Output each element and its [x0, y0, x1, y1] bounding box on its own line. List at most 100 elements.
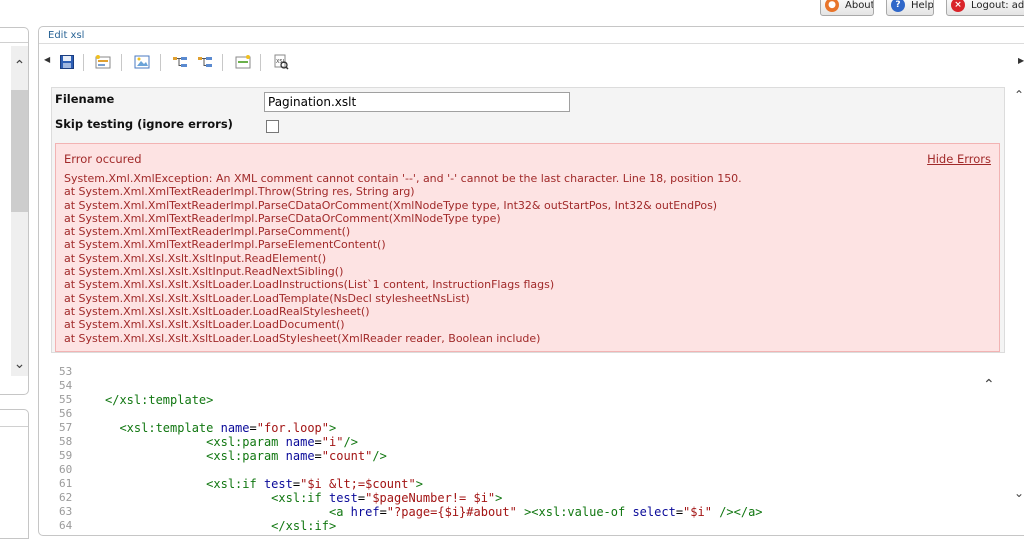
code-line: 57 <xsl:template name="for.loop"> [59, 421, 1019, 435]
image-icon [134, 55, 150, 69]
code-editor-scrollbar[interactable]: ⌃ [981, 377, 999, 535]
code-editor[interactable]: 53 54 55 </xsl:template> 56 57 <xsl:template … [59, 365, 1019, 535]
line-number: 59 [59, 449, 73, 462]
error-line: at System.Xml.Xsl.Xslt.XsltInput.ReadEle… [64, 251, 327, 265]
code-text: </xsl:template> [81, 393, 213, 407]
code-token: href [350, 505, 380, 519]
code-line: 64 </xsl:if> [59, 519, 1019, 533]
error-line: at System.Xml.Xsl.Xslt.XsltLoader.LoadRe… [64, 304, 370, 318]
code-line: 55 </xsl:template> [59, 393, 1019, 407]
logout-button[interactable]: × Logout: admi [946, 0, 1024, 16]
code-token: "for.loop" [256, 421, 329, 435]
edit-xsl-panel: Edit xsl ◀ XSL Filename Pagination.xslt … [38, 26, 1024, 536]
code-text: <a href="?page={$i}#about" ><xsl:value-o… [81, 505, 763, 519]
tree-choose-icon [173, 57, 187, 67]
line-number: 62 [59, 491, 73, 504]
save-icon [60, 55, 74, 69]
insert-xslt-field-button[interactable] [95, 54, 111, 70]
code-token: /> [343, 435, 358, 449]
left-tree-panel-header [0, 28, 28, 43]
editor-toolbar: ◀ XSL [39, 49, 1024, 77]
code-token: <xsl:if [271, 491, 329, 505]
code-token: test [328, 491, 358, 505]
left-scrollbar[interactable]: ⌃ ⌄ [11, 46, 28, 376]
visualize-xslt-button[interactable]: XSL [273, 54, 289, 70]
code-token: ><xsl:value-of [524, 505, 633, 519]
about-icon: ● [825, 0, 839, 12]
filename-input[interactable] [264, 92, 570, 112]
skip-testing-checkbox[interactable] [266, 120, 279, 133]
toolbar-separator [121, 54, 122, 71]
code-token: test [263, 477, 293, 491]
toolbar-separator [222, 54, 223, 71]
code-text: <xsl:param name="count"/> [81, 449, 387, 463]
code-token: <xsl:param [206, 449, 286, 463]
code-token: name [285, 449, 315, 463]
line-number: 55 [59, 393, 73, 406]
chevron-up-icon[interactable]: ⌃ [1014, 88, 1024, 102]
toolbar-separator [160, 54, 161, 71]
page-scrollbar[interactable]: ⌃ ⌄ [1012, 88, 1024, 518]
insert-macro-button[interactable] [235, 54, 251, 70]
error-line: at System.Xml.XmlTextReaderImpl.ParseCom… [64, 225, 351, 239]
code-line: 54 [59, 379, 1019, 393]
error-line: at System.Xml.XmlTextReaderImpl.ParseCDa… [64, 211, 501, 225]
chevron-up-icon[interactable]: ⌃ [11, 58, 28, 74]
error-line: at System.Xml.XmlTextReaderImpl.ParseEle… [64, 238, 386, 252]
logout-label: Logout: admi [971, 0, 1024, 11]
insert-foreach-button[interactable] [197, 54, 213, 70]
code-token: name [220, 421, 250, 435]
error-panel: Error occured Hide Errors System.Xml.Xml… [55, 143, 1000, 352]
error-line: at System.Xml.XmlTextReaderImpl.ParseCDa… [64, 198, 718, 212]
code-line: 60 [59, 463, 1019, 477]
panel-title: Edit xsl [48, 30, 85, 41]
chevron-up-icon[interactable]: ⌃ [983, 377, 995, 393]
error-line: at System.Xml.Xsl.Xslt.XsltLoader.LoadTe… [64, 291, 470, 305]
code-line: 58 <xsl:param name="i"/> [59, 435, 1019, 449]
insert-media-button[interactable] [134, 54, 150, 70]
code-token: <xsl:template [119, 421, 221, 435]
code-token: = [314, 449, 322, 463]
code-text: <xsl:param name="i"/> [81, 435, 358, 449]
line-number: 64 [59, 519, 73, 532]
left-secondary-panel [0, 409, 29, 539]
code-token: = [292, 477, 301, 491]
error-stacktrace: System.Xml.XmlException: An XML comment … [64, 172, 742, 345]
error-line: at System.Xml.Xsl.Xslt.XsltLoader.LoadDo… [64, 318, 345, 332]
save-button[interactable] [59, 54, 75, 70]
code-token: <a [328, 505, 351, 519]
code-token: = [249, 421, 257, 435]
code-line: 53 [59, 365, 1019, 379]
code-text: <xsl:if test="$pageNumber!= $i"> [81, 491, 502, 505]
left-secondary-panel-header [0, 410, 28, 427]
logout-icon: × [951, 0, 965, 12]
code-token: > [329, 421, 337, 435]
left-scrollbar-thumb[interactable] [11, 90, 28, 212]
help-button[interactable]: ? Help [886, 0, 934, 16]
toolbar-scroll-left-icon[interactable]: ◀ [44, 55, 50, 64]
chevron-down-icon[interactable]: ⌄ [11, 356, 28, 372]
code-line: 56 [59, 407, 1019, 421]
code-line: 61 <xsl:if test="$i &lt;=$count"> [59, 477, 1019, 491]
code-token: "$i &lt;=$count" [300, 477, 416, 491]
about-button[interactable]: ● About [820, 0, 874, 16]
chevron-down-icon[interactable]: ⌄ [1014, 486, 1024, 500]
code-token: "$pageNumber!= $i" [365, 491, 496, 505]
hide-errors-link[interactable]: Hide Errors [927, 152, 991, 166]
code-token: </xsl:if> [271, 519, 337, 533]
line-number: 60 [59, 463, 73, 476]
code-token: "$i" [683, 505, 712, 519]
line-number: 58 [59, 435, 73, 448]
code-token: /></a> [719, 505, 763, 519]
about-label: About [845, 0, 874, 11]
skip-testing-label: Skip testing (ignore errors) [55, 117, 233, 131]
error-title: Error occured [64, 152, 142, 166]
insert-choose-button[interactable] [172, 54, 188, 70]
xsl-preview-icon: XSL [274, 54, 289, 70]
toolbar-scroll-right-icon[interactable]: ▶ [1018, 56, 1024, 65]
code-text: </xsl:if> [81, 519, 336, 533]
code-text: <xsl:template name="for.loop"> [81, 421, 336, 435]
